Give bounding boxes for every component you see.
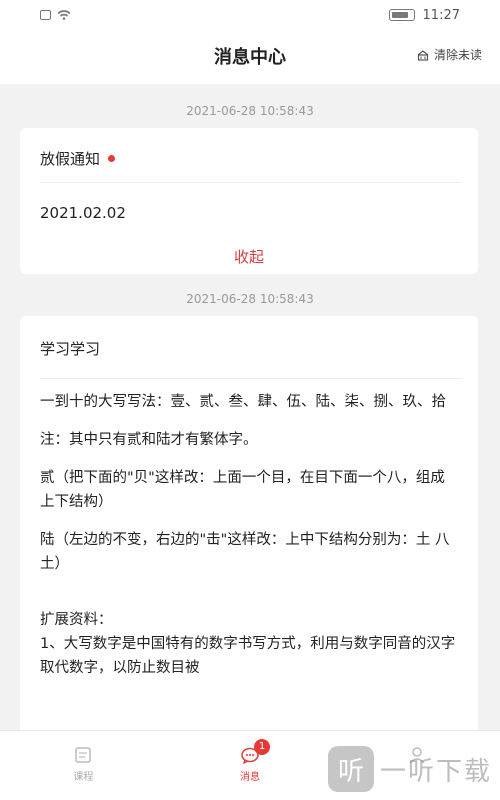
message-title: 放假通知: [40, 150, 101, 168]
clear-unread-label: 清除未读: [433, 48, 482, 62]
body-paragraph: 贰（把下面的"贝"这样改：上面一个目，在目下面一个八，组成上下结构）: [40, 470, 445, 510]
message-body: 2021.02.02: [40, 204, 126, 222]
book-icon: [75, 747, 92, 763]
collapse-button[interactable]: 收起: [20, 246, 478, 267]
message-body: 一到十的大写写法：壹、贰、叁、肆、伍、陆、柒、捌、玖、拾 注：其中只有贰和陆才有…: [40, 390, 458, 680]
status-bar: 11:27: [0, 0, 500, 30]
tab-label: 消息: [240, 772, 260, 783]
message-card[interactable]: 放假通知 2021.02.02 收起: [20, 128, 478, 274]
message-title: 学习学习: [40, 340, 101, 358]
message-title-row: 放假通知: [40, 148, 116, 169]
tab-label: 课程: [73, 772, 94, 783]
body-paragraph: 注：其中只有贰和陆才有繁体字。: [40, 432, 258, 448]
message-timestamp: 2021-06-28 10:58:43: [186, 104, 314, 118]
message-title-row: 学习学习: [40, 338, 100, 359]
body-paragraph: 扩展资料：: [40, 612, 113, 628]
clear-unread-button[interactable]: 清除未读: [416, 46, 482, 63]
sim-card-icon: [40, 10, 51, 20]
watermark-logo: 听: [327, 746, 374, 792]
unread-badge: 1: [254, 739, 270, 755]
tab-messages[interactable]: 1 消息: [167, 731, 334, 800]
battery-icon: [388, 9, 415, 21]
body-paragraph: 陆（左边的不变，右边的"击"这样改：上中下结构分别为：土 八 土）: [40, 532, 450, 572]
message-timestamp: 2021-06-28 10:58:43: [186, 292, 314, 306]
body-paragraph: 1、大写数字是中国特有的数字书写方式，利用与数字同音的汉字取代数字，以防止数目被: [40, 636, 456, 676]
wifi-icon: [57, 10, 71, 20]
broom-icon: [417, 49, 429, 61]
unread-dot: [108, 155, 116, 162]
status-right: 11:27: [388, 7, 460, 23]
watermark-text: 一听下载: [379, 756, 492, 787]
divider: [40, 378, 462, 379]
watermark: 听 一听下载: [327, 746, 492, 792]
tab-courses[interactable]: 课程: [0, 731, 167, 800]
message-list[interactable]: 2021-06-28 10:58:43 放假通知 2021.02.02 收起 2…: [0, 84, 500, 730]
header: 消息中心 清除未读: [0, 30, 500, 84]
divider: [40, 182, 462, 183]
message-card[interactable]: 学习学习 一到十的大写写法：壹、贰、叁、肆、伍、陆、柒、捌、玖、拾 注：其中只有…: [20, 316, 478, 730]
status-time: 11:27: [422, 7, 460, 23]
body-paragraph: 一到十的大写写法：壹、贰、叁、肆、伍、陆、柒、捌、玖、拾: [40, 394, 446, 410]
status-left: [40, 10, 71, 20]
